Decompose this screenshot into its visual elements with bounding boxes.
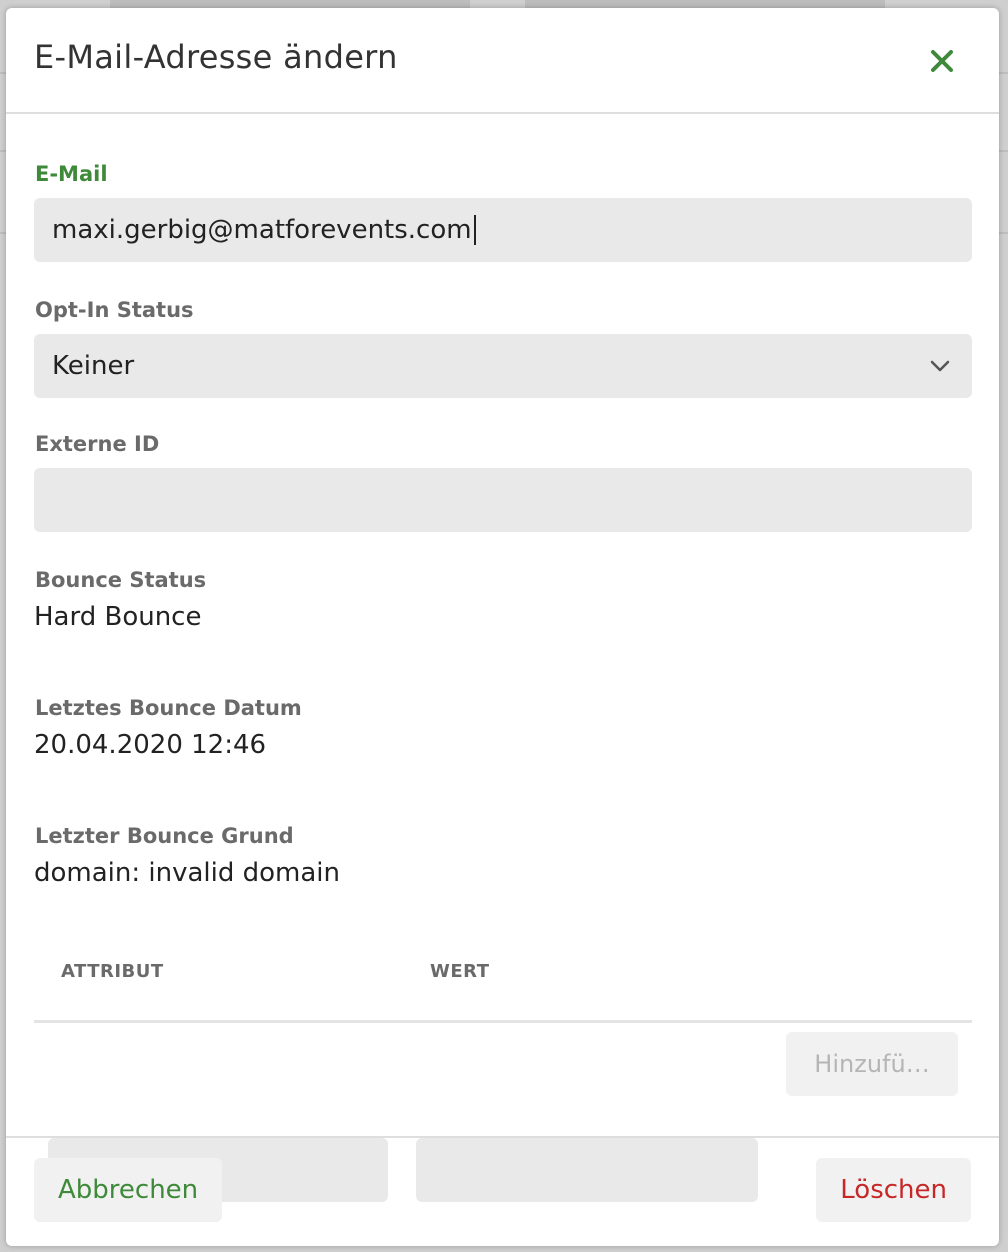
cancel-button[interactable]: Abbrechen: [34, 1158, 223, 1222]
modal-header: E-Mail-Adresse ändern: [6, 8, 999, 114]
modal-title: E-Mail-Adresse ändern: [34, 38, 398, 76]
last-bounce-date-value: 20.04.2020 12:46: [34, 730, 267, 760]
bounce-status-label: Bounce Status: [35, 568, 207, 592]
email-input[interactable]: maxi.gerbig@matforevents.com: [34, 198, 972, 262]
attributes-divider: [34, 1020, 972, 1023]
bounce-status-value: Hard Bounce: [34, 602, 202, 632]
last-bounce-reason-label: Letzter Bounce Grund: [35, 824, 294, 848]
email-value: maxi.gerbig@matforevents.com: [52, 215, 472, 245]
email-label: E-Mail: [35, 162, 108, 186]
optin-status-label: Opt-In Status: [35, 298, 194, 322]
last-bounce-reason-value: domain: invalid domain: [34, 858, 341, 888]
last-bounce-date-label: Letztes Bounce Datum: [35, 696, 302, 720]
attribute-column-header: ATTRIBUT: [61, 961, 164, 982]
external-id-label: Externe ID: [35, 432, 160, 456]
optin-status-select[interactable]: Keiner: [34, 334, 972, 398]
background-bar: [110, 0, 470, 8]
external-id-input[interactable]: [34, 468, 972, 532]
value-column-header: WERT: [430, 961, 490, 982]
modal-footer: Abbrechen Löschen: [6, 1136, 999, 1246]
edit-email-modal: E-Mail-Adresse ändern E-Mail maxi.gerbig…: [6, 8, 999, 1246]
optin-status-value: Keiner: [52, 351, 135, 381]
add-attribute-button[interactable]: Hinzufü…: [786, 1032, 958, 1096]
text-caret: [473, 215, 476, 245]
delete-button[interactable]: Löschen: [816, 1158, 971, 1222]
background-bar: [525, 0, 885, 8]
close-button[interactable]: [925, 44, 959, 78]
close-icon: [931, 50, 953, 72]
chevron-down-icon: [930, 360, 950, 372]
